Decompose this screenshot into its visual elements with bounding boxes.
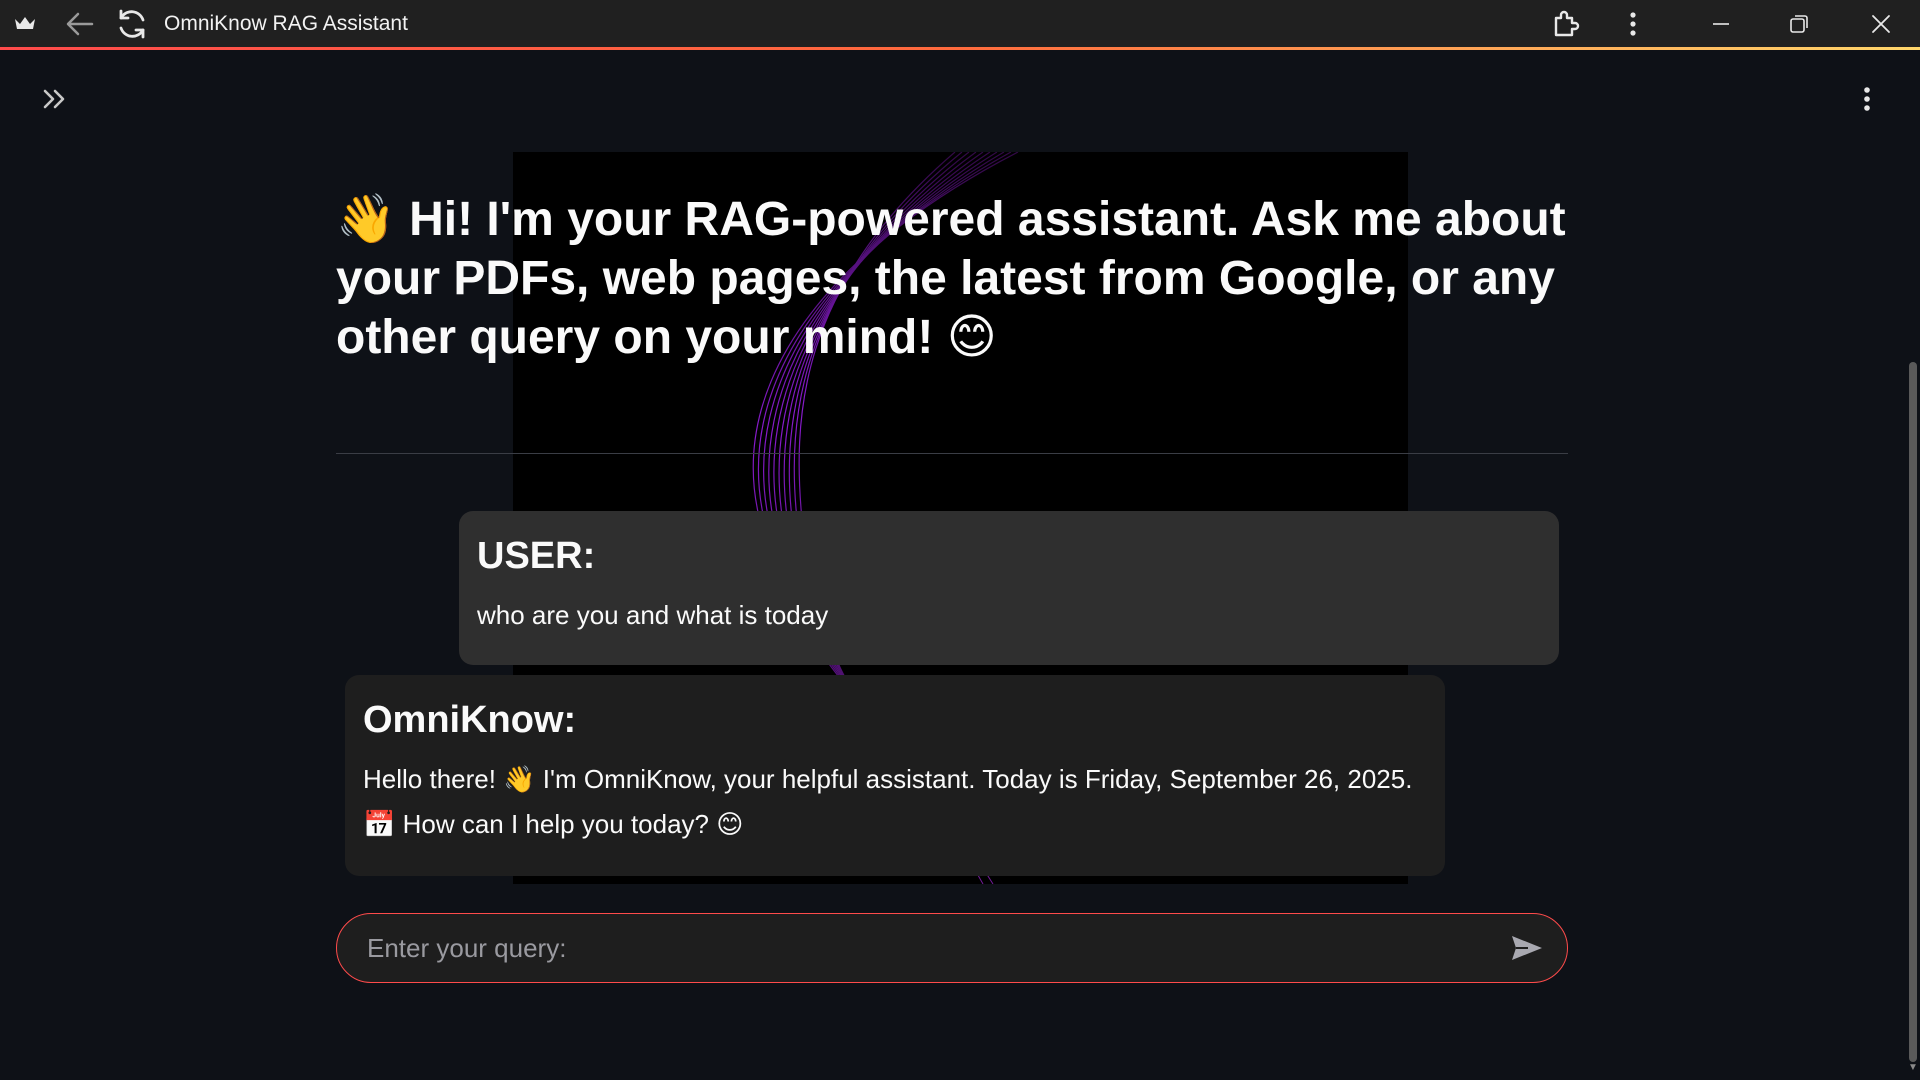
crown-icon [10,0,40,47]
assistant-role-label: OmniKnow: [363,699,577,741]
query-input[interactable] [365,914,1469,983]
scrollbar-thumb[interactable] [1909,362,1917,1062]
vertical-dots-icon[interactable] [1615,0,1651,47]
double-chevron-right-icon[interactable] [40,84,70,114]
user-message-text: who are you and what is today [477,600,829,630]
user-message-bubble: USER: who are you and what is today [459,511,1559,665]
app-main: 👋 Hi! I'm your RAG-powered assistant. As… [0,50,1920,1080]
back-arrow-icon[interactable] [62,0,98,47]
window-title: OmniKnow RAG Assistant [164,11,408,35]
scroll-down-arrow-icon[interactable]: ▼ [1908,1062,1918,1073]
send-icon[interactable] [1507,928,1547,968]
assistant-message-line-2: 📅 How can I help you today? 😊 [363,809,744,839]
close-icon[interactable] [1860,0,1902,47]
divider [336,453,1568,454]
restore-icon[interactable] [1778,0,1820,47]
reload-icon[interactable] [112,0,152,47]
minimize-icon[interactable] [1700,0,1742,47]
query-input-container [336,913,1568,983]
assistant-message-bubble: OmniKnow: Hello there! 👋 I'm OmniKnow, y… [345,675,1445,876]
app-menu-dots-icon[interactable] [1852,84,1882,114]
window-titlebar: OmniKnow RAG Assistant [0,0,1920,50]
extension-puzzle-icon[interactable] [1545,0,1585,47]
page-heading: 👋 Hi! I'm your RAG-powered assistant. As… [336,190,1568,367]
smile-emoji: 😊 [946,311,997,364]
user-role-label: USER: [477,535,596,577]
wave-emoji: 👋 [336,193,396,246]
page-scrollbar[interactable]: ▼ [1906,50,1920,1080]
assistant-message-line-1: Hello there! 👋 I'm OmniKnow, your helpfu… [363,764,1413,794]
